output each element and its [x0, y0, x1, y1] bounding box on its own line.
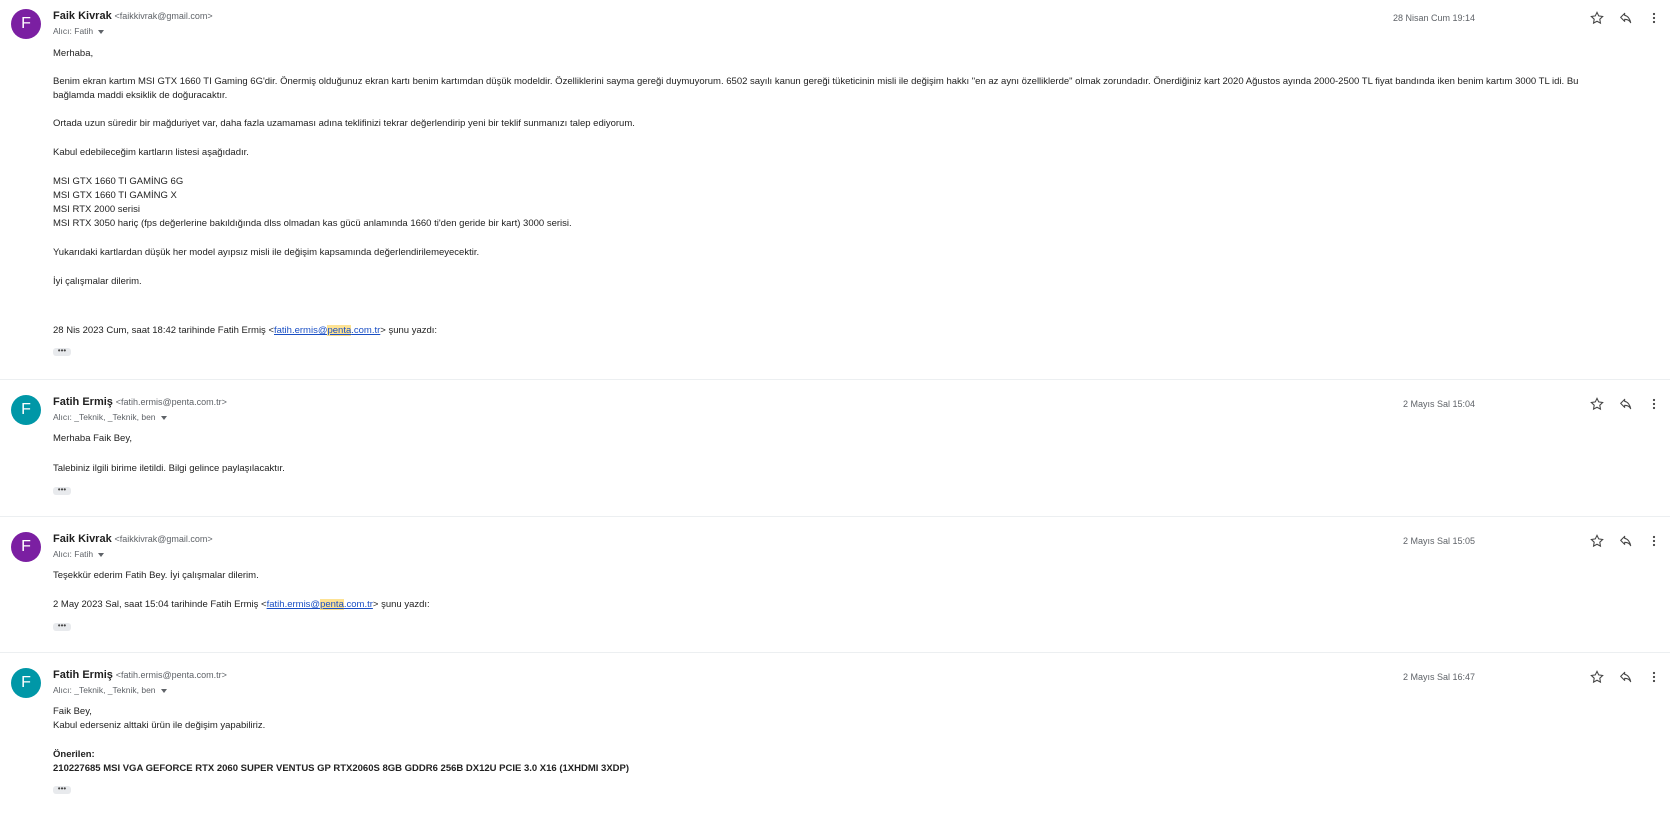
message-text: MSI GTX 1660 TI GAMİNG 6G	[53, 176, 184, 187]
message-text: MSI RTX 2000 serisi	[53, 204, 140, 215]
chevron-down-icon[interactable]	[98, 552, 105, 557]
message-date: 2 Mayıs Sal 15:04	[1402, 399, 1475, 409]
quote-header: 28 Nis 2023 Cum, saat 18:42 tarihinde Fa…	[53, 324, 437, 337]
show-trimmed-content-button[interactable]: •••	[53, 622, 71, 631]
sender-avatar[interactable]: F	[11, 9, 41, 39]
message-text: Merhaba,	[53, 48, 94, 59]
show-trimmed-content-button[interactable]: •••	[53, 486, 71, 495]
sender-name[interactable]: Fatih Ermiş	[53, 669, 113, 681]
message-text: Benim ekran kartım MSI GTX 1660 TI Gamin…	[53, 76, 1579, 87]
star-icon[interactable]	[1589, 533, 1605, 549]
show-trimmed-content-button[interactable]: •••	[53, 347, 71, 356]
message-text: Merhaba Faik Bey,	[53, 433, 133, 444]
message-divider	[0, 652, 1670, 653]
message-divider	[0, 516, 1670, 517]
sender-email: <faikkivrak@gmail.com>	[114, 534, 213, 544]
recipients[interactable]: Alıcı: Fatih	[53, 548, 105, 560]
sender-avatar[interactable]: F	[11, 532, 41, 562]
quote-prefix: 2 May 2023 Sal, saat 15:04 tarihinde Fat…	[53, 599, 267, 610]
email-link[interactable]: fatih.ermis@penta.com.tr	[267, 599, 373, 610]
message-text: Önerilen:	[53, 749, 95, 760]
message-text: Teşekkür ederim Fatih Bey. İyi çalışmala…	[53, 570, 259, 581]
message-date: 28 Nisan Cum 19:14	[1392, 13, 1475, 23]
recipients-label: Alıcı: _Teknik, _Teknik, ben	[53, 412, 156, 422]
sender-name[interactable]: Faik Kivrak	[53, 533, 112, 545]
more-vert-icon[interactable]	[1646, 10, 1662, 26]
show-trimmed-content-button[interactable]: •••	[53, 785, 71, 794]
sender-email: <faikkivrak@gmail.com>	[114, 11, 213, 21]
star-icon[interactable]	[1589, 396, 1605, 412]
message-text: bağlamda maddi eksiklik de doğuracaktır.	[53, 90, 228, 101]
message-text: Kabul edebileceğim kartların listesi aşa…	[53, 147, 249, 158]
sender-name[interactable]: Fatih Ermiş	[53, 396, 113, 408]
sender-avatar[interactable]: F	[11, 395, 41, 425]
message-text: Ortada uzun süredir bir mağduriyet var, …	[53, 118, 635, 129]
sender-line: Faik Kivrak <faikkivrak@gmail.com>	[53, 10, 213, 23]
recipients-label: Alıcı: Fatih	[53, 26, 94, 36]
message-text: Faik Bey,	[53, 706, 92, 717]
star-icon[interactable]	[1589, 669, 1605, 685]
recipients-label: Alıcı: _Teknik, _Teknik, ben	[53, 685, 156, 695]
message-text: Kabul ederseniz alttaki ürün ile değişim…	[53, 720, 266, 731]
sender-email: <fatih.ermis@penta.com.tr>	[115, 670, 227, 680]
star-icon[interactable]	[1589, 10, 1605, 26]
reply-icon[interactable]	[1618, 396, 1634, 412]
message-text: MSI RTX 3050 hariç (fps değerlerine bakı…	[53, 218, 572, 229]
message-text: 210227685 MSI VGA GEFORCE RTX 2060 SUPER…	[53, 763, 630, 774]
message-text: Talebiniz ilgili birime iletildi. Bilgi …	[53, 463, 285, 474]
message-text: MSI GTX 1660 TI GAMİNG X	[53, 190, 177, 201]
quote-suffix: > şunu yazdı:	[372, 599, 430, 610]
quote-prefix: 28 Nis 2023 Cum, saat 18:42 tarihinde Fa…	[53, 325, 274, 336]
quote-header: 2 May 2023 Sal, saat 15:04 tarihinde Fat…	[53, 598, 430, 611]
more-vert-icon[interactable]	[1646, 533, 1662, 549]
recipients[interactable]: Alıcı: _Teknik, _Teknik, ben	[53, 411, 167, 423]
email-link[interactable]: fatih.ermis@penta.com.tr	[274, 325, 380, 336]
sender-avatar[interactable]: F	[11, 668, 41, 698]
message-date: 2 Mayıs Sal 15:05	[1402, 536, 1475, 546]
sender-line: Fatih Ermiş <fatih.ermis@penta.com.tr>	[53, 669, 227, 682]
sender-name[interactable]: Faik Kivrak	[53, 10, 112, 22]
recipients[interactable]: Alıcı: Fatih	[53, 25, 105, 37]
recipients[interactable]: Alıcı: _Teknik, _Teknik, ben	[53, 684, 167, 696]
sender-line: Faik Kivrak <faikkivrak@gmail.com>	[53, 533, 213, 546]
quote-suffix: > şunu yazdı:	[380, 325, 438, 336]
chevron-down-icon[interactable]	[160, 415, 167, 420]
message-divider	[0, 379, 1670, 380]
sender-email: <fatih.ermis@penta.com.tr>	[115, 397, 227, 407]
message-text: İyi çalışmalar dilerim.	[53, 276, 142, 287]
chevron-down-icon[interactable]	[98, 29, 105, 34]
message-date: 2 Mayıs Sal 16:47	[1402, 672, 1475, 682]
more-vert-icon[interactable]	[1646, 669, 1662, 685]
chevron-down-icon[interactable]	[160, 688, 167, 693]
message-text: Yukarıdaki kartlardan düşük her model ay…	[53, 247, 480, 258]
reply-icon[interactable]	[1618, 533, 1634, 549]
sender-line: Fatih Ermiş <fatih.ermis@penta.com.tr>	[53, 396, 227, 409]
reply-icon[interactable]	[1618, 669, 1634, 685]
recipients-label: Alıcı: Fatih	[53, 549, 94, 559]
reply-icon[interactable]	[1618, 10, 1634, 26]
more-vert-icon[interactable]	[1646, 396, 1662, 412]
